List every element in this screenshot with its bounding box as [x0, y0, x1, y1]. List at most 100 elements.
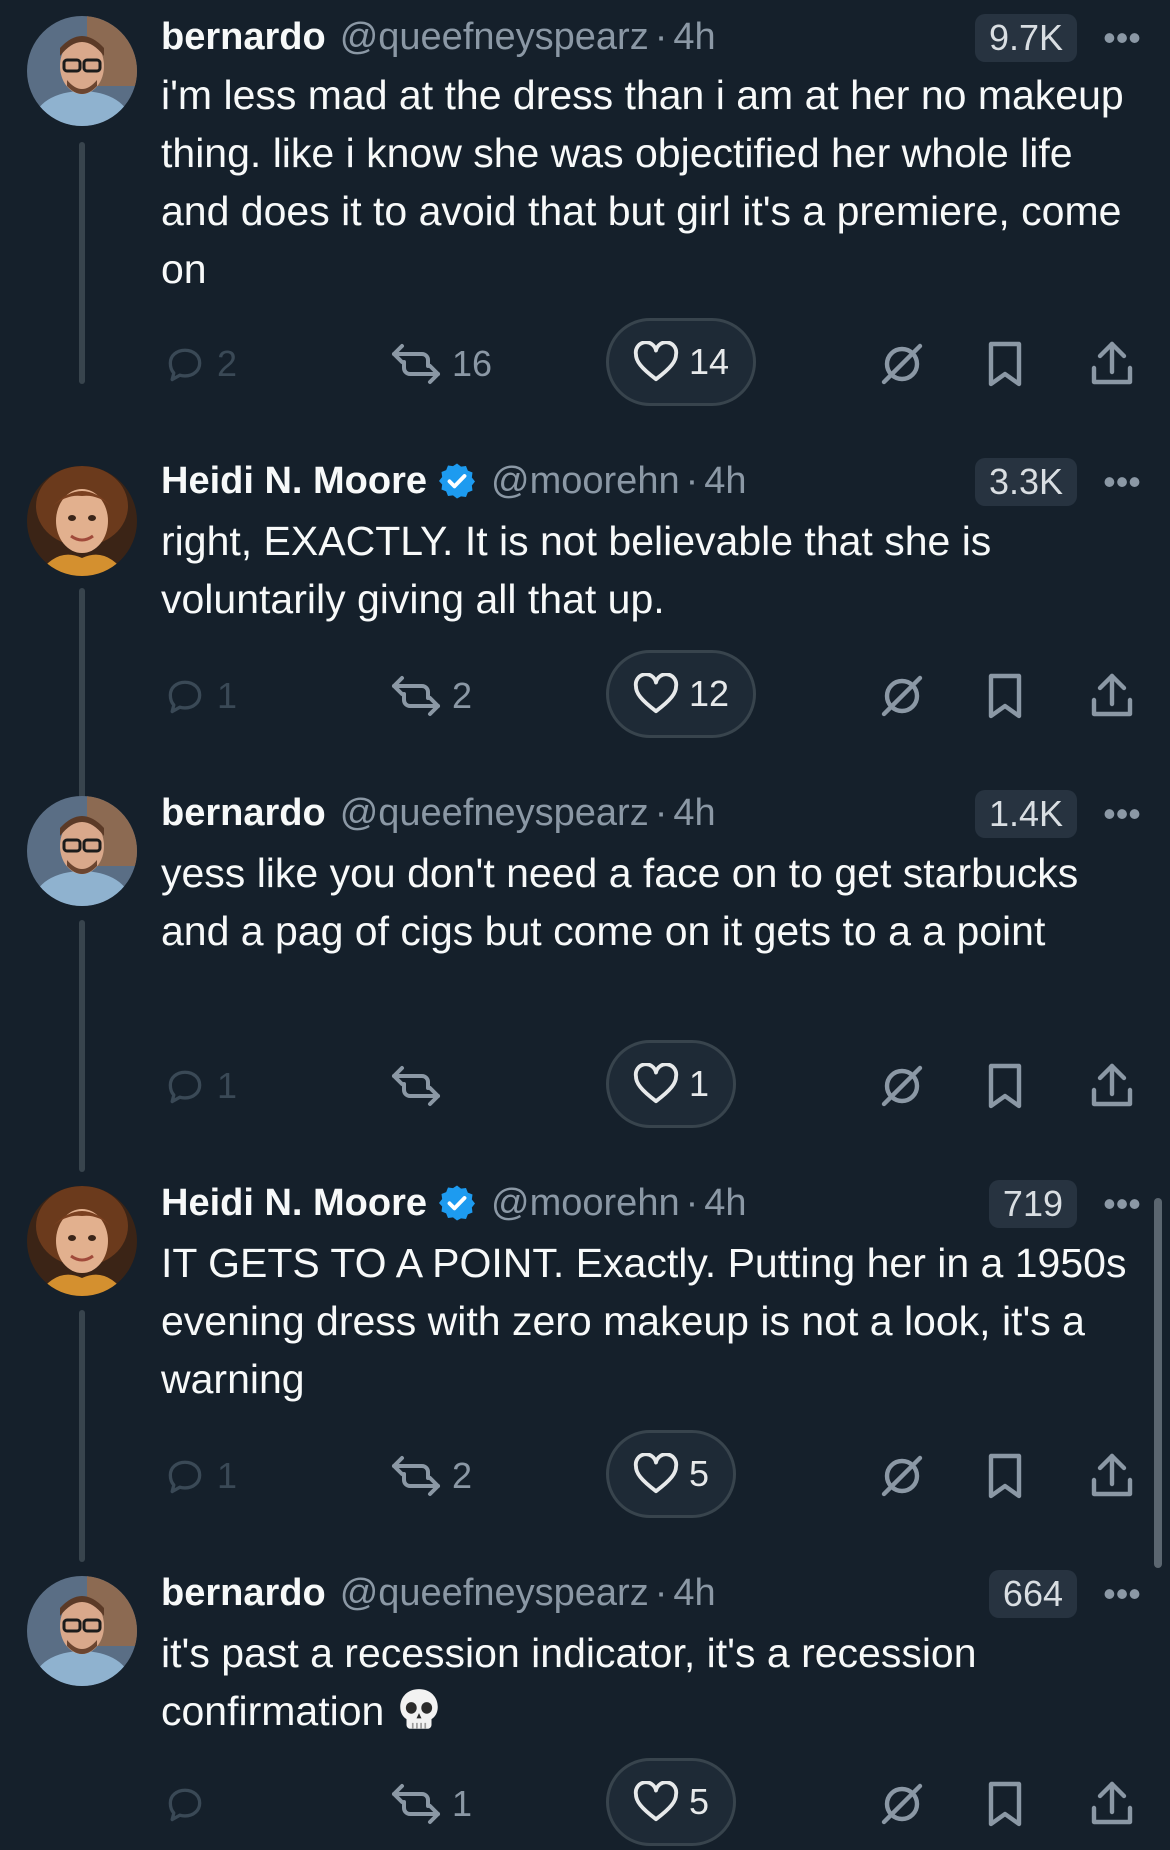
- avatar[interactable]: [27, 796, 137, 906]
- display-name[interactable]: bernardo: [161, 792, 326, 835]
- conversation-thread: bernardo @queefneyspearz · 4h 9.7K ••• i…: [0, 0, 1170, 1846]
- separator-dot: ·: [685, 1181, 699, 1224]
- tweet-actions: 1 1: [0, 1040, 1170, 1132]
- grok-button[interactable]: [878, 1758, 926, 1850]
- view-count[interactable]: 1.4K: [974, 790, 1077, 838]
- timestamp[interactable]: 4h: [673, 792, 715, 835]
- grok-icon: [881, 675, 923, 717]
- user-handle[interactable]: @moorehn: [491, 460, 680, 503]
- separator-dot: ·: [654, 1571, 668, 1614]
- reply-button[interactable]: 1: [163, 1430, 237, 1522]
- reply-icon: [168, 1070, 202, 1104]
- grok-button[interactable]: [878, 650, 926, 742]
- bookmark-icon: [988, 673, 1022, 719]
- like-button[interactable]: 5: [606, 1430, 737, 1518]
- like-button[interactable]: 1: [606, 1040, 737, 1128]
- user-handle[interactable]: @queefneyspearz: [340, 792, 649, 835]
- avatar[interactable]: [27, 1576, 137, 1686]
- retweet-count: 2: [452, 675, 473, 716]
- timestamp[interactable]: 4h: [673, 16, 715, 59]
- grok-button[interactable]: [878, 318, 926, 410]
- bookmark-icon: [988, 1063, 1022, 1109]
- timestamp[interactable]: 4h: [704, 1182, 746, 1225]
- verified-badge-icon: [439, 463, 476, 499]
- avatar[interactable]: [27, 466, 137, 576]
- reply-count: 1: [217, 675, 238, 716]
- bookmark-icon: [988, 1781, 1022, 1827]
- avatar[interactable]: [27, 16, 137, 126]
- tweet-text: it's past a recession indicator, it's a …: [161, 1624, 1151, 1740]
- view-count[interactable]: 9.7K: [974, 14, 1077, 62]
- reply-button[interactable]: 2: [163, 318, 237, 410]
- skull-emoji-icon: [400, 1689, 439, 1729]
- tweet-text: right, EXACTLY. It is not believable tha…: [161, 518, 992, 622]
- reply-icon: [168, 1788, 202, 1822]
- grok-icon: [881, 1065, 923, 1107]
- view-count[interactable]: 719: [988, 1180, 1077, 1228]
- user-handle[interactable]: @queefneyspearz: [340, 16, 649, 59]
- retweet-button[interactable]: 16: [390, 318, 492, 410]
- share-button[interactable]: [1090, 1040, 1134, 1132]
- reply-count: 2: [217, 343, 238, 384]
- like-button[interactable]: 12: [606, 650, 757, 738]
- bookmark-icon: [988, 341, 1022, 387]
- separator-dot: ·: [654, 15, 668, 58]
- view-count[interactable]: 664: [988, 1570, 1077, 1618]
- share-button[interactable]: [1090, 318, 1134, 410]
- share-icon: [1091, 1063, 1133, 1107]
- retweet-icon: [392, 1066, 440, 1106]
- grok-button[interactable]: [878, 1040, 926, 1132]
- bookmark-button[interactable]: [984, 1758, 1026, 1850]
- retweet-icon: [392, 344, 440, 384]
- tweet-text: i'm less mad at the dress than i am at h…: [161, 72, 1124, 292]
- tweet-actions: 1 5: [0, 1758, 1170, 1850]
- grok-button[interactable]: [878, 1430, 926, 1522]
- bookmark-button[interactable]: [984, 1430, 1026, 1522]
- more-dots-icon[interactable]: •••: [1100, 462, 1144, 502]
- verified-badge-icon: [439, 1185, 476, 1221]
- reply-icon: [168, 680, 202, 714]
- display-name[interactable]: Heidi N. Moore: [161, 1182, 427, 1225]
- retweet-button[interactable]: 2: [390, 1430, 472, 1522]
- avatar[interactable]: [27, 1186, 137, 1296]
- display-name[interactable]: bernardo: [161, 16, 326, 59]
- scrollbar[interactable]: [1154, 1198, 1162, 1568]
- bookmark-button[interactable]: [984, 318, 1026, 410]
- bookmark-button[interactable]: [984, 650, 1026, 742]
- more-dots-icon[interactable]: •••: [1100, 1184, 1144, 1224]
- user-handle[interactable]: @moorehn: [491, 1182, 680, 1225]
- reply-button[interactable]: [163, 1758, 217, 1850]
- retweet-button[interactable]: 2: [390, 650, 472, 742]
- more-dots-icon[interactable]: •••: [1100, 794, 1144, 834]
- timestamp[interactable]: 4h: [673, 1572, 715, 1615]
- display-name[interactable]: Heidi N. Moore: [161, 460, 427, 503]
- like-count: 5: [689, 1453, 710, 1494]
- heart-icon: [633, 1781, 679, 1822]
- more-dots-icon[interactable]: •••: [1100, 1574, 1144, 1614]
- timestamp[interactable]: 4h: [704, 460, 746, 503]
- like-count: 5: [689, 1781, 710, 1822]
- heart-icon: [633, 673, 679, 714]
- reply-button[interactable]: 1: [163, 650, 237, 742]
- share-icon: [1091, 1453, 1133, 1497]
- reply-count: 1: [217, 1455, 238, 1496]
- tweet-actions: 1 2 5: [0, 1430, 1170, 1522]
- view-count[interactable]: 3.3K: [974, 458, 1077, 506]
- display-name[interactable]: bernardo: [161, 1572, 326, 1615]
- like-button[interactable]: 14: [606, 318, 757, 406]
- reply-icon: [168, 348, 202, 382]
- user-handle[interactable]: @queefneyspearz: [340, 1572, 649, 1615]
- share-button[interactable]: [1090, 1430, 1134, 1522]
- tweet-actions: 1 2 12: [0, 650, 1170, 742]
- more-dots-icon[interactable]: •••: [1100, 18, 1144, 58]
- share-button[interactable]: [1090, 650, 1134, 742]
- share-button[interactable]: [1090, 1758, 1134, 1850]
- retweet-button[interactable]: [390, 1040, 452, 1132]
- share-icon: [1091, 1781, 1133, 1825]
- share-icon: [1091, 341, 1133, 385]
- bookmark-button[interactable]: [984, 1040, 1026, 1132]
- retweet-button[interactable]: 1: [390, 1758, 472, 1850]
- reply-button[interactable]: 1: [163, 1040, 237, 1132]
- like-button[interactable]: 5: [606, 1758, 737, 1846]
- heart-icon: [633, 341, 679, 382]
